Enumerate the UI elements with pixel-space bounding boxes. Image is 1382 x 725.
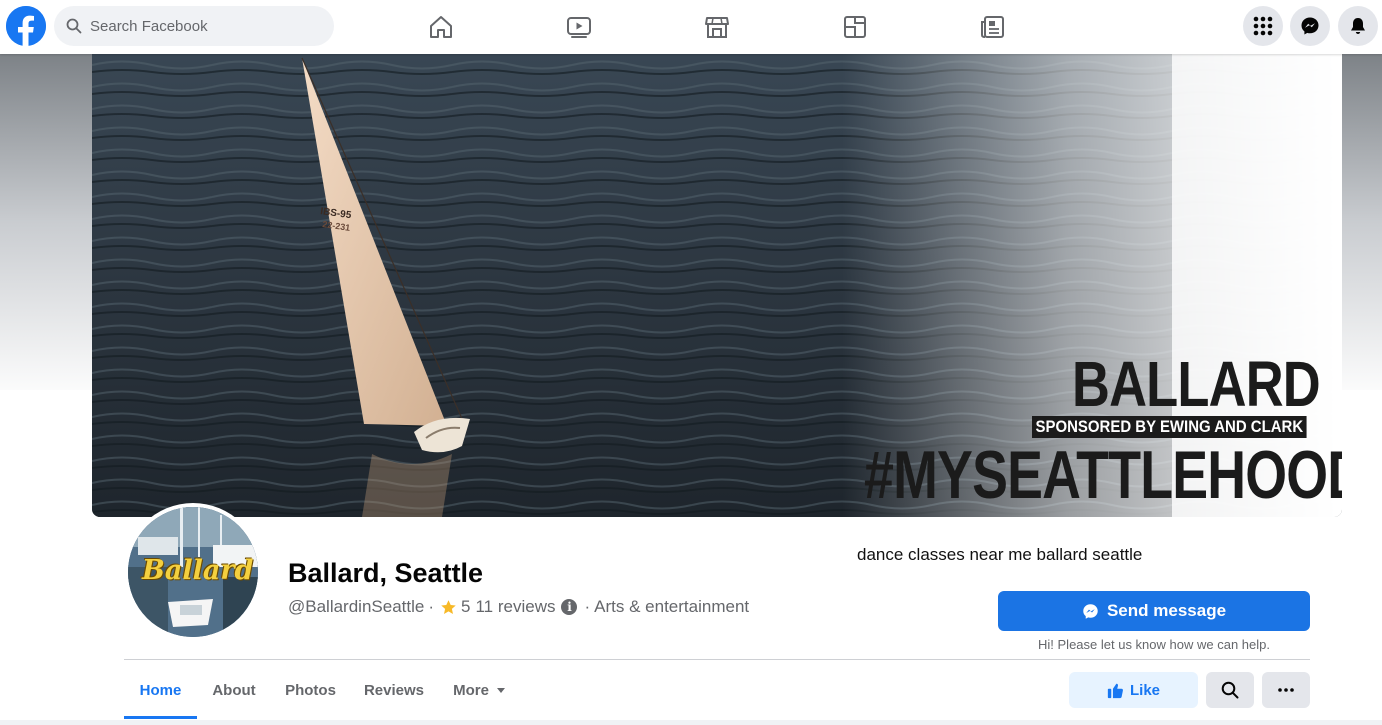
messenger-icon bbox=[1301, 17, 1319, 35]
search-icon bbox=[1221, 681, 1239, 699]
page-category[interactable]: Arts & entertainment bbox=[594, 597, 749, 617]
info-icon[interactable]: i bbox=[561, 599, 578, 615]
page-handle: @BallardinSeattle bbox=[288, 597, 425, 616]
active-tab-indicator bbox=[124, 716, 197, 719]
profile-avatar[interactable]: Ballard bbox=[124, 503, 262, 641]
page-meta: @BallardinSeattle · 5 11 reviews i · Art… bbox=[288, 597, 749, 617]
page-search-button[interactable] bbox=[1206, 672, 1254, 708]
tab-about[interactable]: About bbox=[199, 668, 269, 712]
news-icon bbox=[981, 16, 1004, 38]
more-options-button[interactable] bbox=[1262, 672, 1310, 708]
like-label: Like bbox=[1129, 681, 1160, 699]
tab-photos[interactable]: Photos bbox=[273, 668, 348, 712]
nav-news[interactable] bbox=[937, 4, 1049, 50]
rating-value: 5 bbox=[461, 597, 471, 616]
reviews-link[interactable]: 11 reviews bbox=[475, 597, 555, 617]
tab-label: Photos bbox=[285, 681, 336, 699]
tab-label: Reviews bbox=[363, 681, 425, 699]
tab-reviews[interactable]: Reviews bbox=[352, 668, 436, 712]
messenger-icon bbox=[1083, 603, 1098, 619]
cover-sponsor: SPONSORED BY EWING AND CLARK bbox=[1032, 416, 1307, 438]
tab-label: About bbox=[212, 681, 256, 699]
page-bottom-edge bbox=[0, 720, 1382, 725]
nav-gaming[interactable] bbox=[799, 4, 911, 50]
menu-grid-icon bbox=[1253, 16, 1273, 36]
avatar-text: Ballard bbox=[142, 555, 254, 586]
send-message-button[interactable]: Send message bbox=[998, 591, 1310, 631]
top-navigation-bar bbox=[0, 0, 1382, 54]
overlay-search-phrase: dance classes near me ballard seattle bbox=[857, 545, 1143, 564]
cover-hashtag: #MYSEATTLEHOOD bbox=[864, 437, 1342, 513]
watch-icon bbox=[567, 17, 591, 38]
star-icon bbox=[441, 599, 456, 614]
gaming-icon bbox=[844, 16, 866, 38]
tab-home[interactable]: Home bbox=[124, 668, 197, 712]
search-icon bbox=[66, 18, 82, 34]
menu-button[interactable] bbox=[1243, 6, 1283, 46]
like-button[interactable]: Like bbox=[1069, 672, 1198, 708]
nav-home[interactable] bbox=[385, 4, 497, 50]
notifications-button[interactable] bbox=[1338, 6, 1378, 46]
tab-more[interactable]: More bbox=[440, 668, 520, 712]
thumbs-up-icon bbox=[1107, 683, 1123, 698]
marketplace-icon bbox=[705, 17, 729, 38]
home-icon bbox=[430, 16, 452, 38]
meta-separator: · bbox=[428, 597, 435, 616]
search-input[interactable] bbox=[90, 6, 326, 46]
cover-photo[interactable]: IBS-95 22-231 BALLARD SPONSORED BY EWING… bbox=[92, 54, 1342, 517]
tab-label: Home bbox=[139, 681, 182, 699]
caret-down-icon bbox=[496, 688, 505, 693]
notifications-icon bbox=[1351, 18, 1365, 34]
tabs-divider bbox=[124, 659, 1310, 660]
facebook-logo-icon[interactable] bbox=[6, 6, 46, 46]
cover-title: BALLARD bbox=[1072, 348, 1321, 420]
nav-marketplace[interactable] bbox=[661, 4, 773, 50]
meta-separator: · bbox=[584, 597, 591, 616]
tab-label: More bbox=[453, 681, 489, 699]
nav-watch[interactable] bbox=[523, 4, 635, 50]
search-box[interactable] bbox=[54, 6, 334, 46]
messenger-button[interactable] bbox=[1290, 6, 1330, 46]
send-message-label: Send message bbox=[1106, 601, 1227, 620]
more-dots-icon bbox=[1278, 688, 1294, 692]
page-title: Ballard, Seattle bbox=[288, 558, 484, 588]
send-message-hint: Hi! Please let us know how we can help. bbox=[1038, 637, 1270, 652]
